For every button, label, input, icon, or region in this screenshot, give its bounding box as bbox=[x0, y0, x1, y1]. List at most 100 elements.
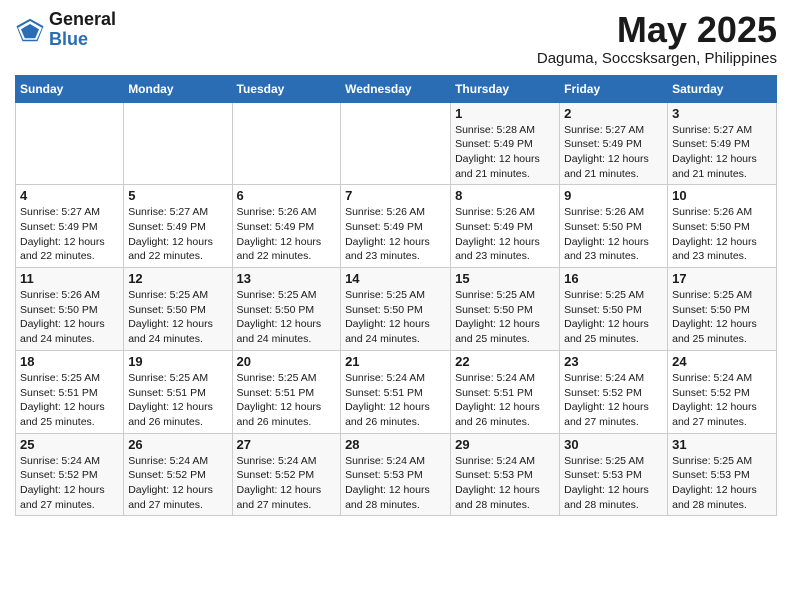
day-info: Sunrise: 5:24 AM Sunset: 5:53 PM Dayligh… bbox=[455, 454, 555, 513]
calendar-cell: 28 Sunrise: 5:24 AM Sunset: 5:53 PM Dayli… bbox=[341, 433, 451, 516]
header-row: SundayMondayTuesdayWednesdayThursdayFrid… bbox=[16, 75, 777, 102]
day-info: Sunrise: 5:24 AM Sunset: 5:52 PM Dayligh… bbox=[564, 371, 663, 430]
calendar-cell: 15 Sunrise: 5:25 AM Sunset: 5:50 PM Dayli… bbox=[451, 268, 560, 351]
day-info: Sunrise: 5:25 AM Sunset: 5:51 PM Dayligh… bbox=[237, 371, 337, 430]
day-info: Sunrise: 5:25 AM Sunset: 5:50 PM Dayligh… bbox=[672, 288, 772, 347]
day-info: Sunrise: 5:25 AM Sunset: 5:53 PM Dayligh… bbox=[564, 454, 663, 513]
day-info: Sunrise: 5:26 AM Sunset: 5:49 PM Dayligh… bbox=[237, 205, 337, 264]
day-info: Sunrise: 5:25 AM Sunset: 5:51 PM Dayligh… bbox=[20, 371, 119, 430]
day-info: Sunrise: 5:26 AM Sunset: 5:50 PM Dayligh… bbox=[564, 205, 663, 264]
week-row-1: 1 Sunrise: 5:28 AM Sunset: 5:49 PM Daylig… bbox=[16, 102, 777, 185]
day-number: 14 bbox=[345, 271, 446, 286]
calendar-cell: 14 Sunrise: 5:25 AM Sunset: 5:50 PM Dayli… bbox=[341, 268, 451, 351]
calendar-cell: 2Sunrise: 5:27 AM Sunset: 5:49 PM Daylig… bbox=[560, 102, 668, 185]
header-day-tuesday: Tuesday bbox=[232, 75, 341, 102]
day-info: Sunrise: 5:25 AM Sunset: 5:50 PM Dayligh… bbox=[564, 288, 663, 347]
day-number: 29 bbox=[455, 437, 555, 452]
calendar-cell: 9 Sunrise: 5:26 AM Sunset: 5:50 PM Daylig… bbox=[560, 185, 668, 268]
day-info: Sunrise: 5:25 AM Sunset: 5:50 PM Dayligh… bbox=[345, 288, 446, 347]
day-info: Sunrise: 5:26 AM Sunset: 5:50 PM Dayligh… bbox=[20, 288, 119, 347]
day-number: 5 bbox=[128, 188, 227, 203]
calendar-cell: 11 Sunrise: 5:26 AM Sunset: 5:50 PM Dayli… bbox=[16, 268, 124, 351]
calendar-cell: 27Sunrise: 5:24 AM Sunset: 5:52 PM Dayli… bbox=[232, 433, 341, 516]
month-year-title: May 2025 bbox=[537, 10, 777, 50]
day-info: Sunrise: 5:24 AM Sunset: 5:53 PM Dayligh… bbox=[345, 454, 446, 513]
day-number: 4 bbox=[20, 188, 119, 203]
day-number: 27 bbox=[237, 437, 337, 452]
day-number: 20 bbox=[237, 354, 337, 369]
day-info: Sunrise: 5:25 AM Sunset: 5:50 PM Dayligh… bbox=[455, 288, 555, 347]
day-number: 25 bbox=[20, 437, 119, 452]
day-info: Sunrise: 5:25 AM Sunset: 5:51 PM Dayligh… bbox=[128, 371, 227, 430]
calendar-cell: 13 Sunrise: 5:25 AM Sunset: 5:50 PM Dayli… bbox=[232, 268, 341, 351]
calendar-cell: 5 Sunrise: 5:27 AM Sunset: 5:49 PM Daylig… bbox=[124, 185, 232, 268]
calendar-header: SundayMondayTuesdayWednesdayThursdayFrid… bbox=[16, 75, 777, 102]
calendar-cell bbox=[341, 102, 451, 185]
header-day-saturday: Saturday bbox=[668, 75, 777, 102]
day-number: 9 bbox=[564, 188, 663, 203]
day-number: 1 bbox=[455, 106, 555, 121]
day-info: Sunrise: 5:26 AM Sunset: 5:49 PM Dayligh… bbox=[345, 205, 446, 264]
day-number: 2 bbox=[564, 106, 663, 121]
calendar-cell: 25 Sunrise: 5:24 AM Sunset: 5:52 PM Dayli… bbox=[16, 433, 124, 516]
day-info: Sunrise: 5:24 AM Sunset: 5:51 PM Dayligh… bbox=[345, 371, 446, 430]
calendar-cell: 19 Sunrise: 5:25 AM Sunset: 5:51 PM Dayli… bbox=[124, 350, 232, 433]
location-subtitle: Daguma, Soccsksargen, Philippines bbox=[537, 50, 777, 67]
day-number: 19 bbox=[128, 354, 227, 369]
calendar-cell: 22Sunrise: 5:24 AM Sunset: 5:51 PM Dayli… bbox=[451, 350, 560, 433]
day-info: Sunrise: 5:24 AM Sunset: 5:52 PM Dayligh… bbox=[20, 454, 119, 513]
day-number: 13 bbox=[237, 271, 337, 286]
calendar-table: SundayMondayTuesdayWednesdayThursdayFrid… bbox=[15, 75, 777, 517]
header-day-wednesday: Wednesday bbox=[341, 75, 451, 102]
calendar-cell: 23 Sunrise: 5:24 AM Sunset: 5:52 PM Dayli… bbox=[560, 350, 668, 433]
title-area: May 2025 Daguma, Soccsksargen, Philippin… bbox=[537, 10, 777, 67]
day-number: 21 bbox=[345, 354, 446, 369]
calendar-cell bbox=[124, 102, 232, 185]
day-number: 7 bbox=[345, 188, 446, 203]
header-day-monday: Monday bbox=[124, 75, 232, 102]
day-number: 15 bbox=[455, 271, 555, 286]
calendar-cell bbox=[16, 102, 124, 185]
calendar-cell: 8 Sunrise: 5:26 AM Sunset: 5:49 PM Daylig… bbox=[451, 185, 560, 268]
week-row-2: 4 Sunrise: 5:27 AM Sunset: 5:49 PM Daylig… bbox=[16, 185, 777, 268]
calendar-cell: 10 Sunrise: 5:26 AM Sunset: 5:50 PM Dayli… bbox=[668, 185, 777, 268]
day-number: 6 bbox=[237, 188, 337, 203]
day-info: Sunrise: 5:27 AM Sunset: 5:49 PM Dayligh… bbox=[128, 205, 227, 264]
day-number: 18 bbox=[20, 354, 119, 369]
calendar-cell: 4Sunrise: 5:27 AM Sunset: 5:49 PM Daylig… bbox=[16, 185, 124, 268]
calendar-cell: 29 Sunrise: 5:24 AM Sunset: 5:53 PM Dayli… bbox=[451, 433, 560, 516]
day-info: Sunrise: 5:24 AM Sunset: 5:52 PM Dayligh… bbox=[128, 454, 227, 513]
day-info: Sunrise: 5:25 AM Sunset: 5:50 PM Dayligh… bbox=[237, 288, 337, 347]
calendar-cell bbox=[232, 102, 341, 185]
day-number: 3 bbox=[672, 106, 772, 121]
calendar-cell: 1 Sunrise: 5:28 AM Sunset: 5:49 PM Daylig… bbox=[451, 102, 560, 185]
day-number: 23 bbox=[564, 354, 663, 369]
day-number: 22 bbox=[455, 354, 555, 369]
calendar-cell: 6 Sunrise: 5:26 AM Sunset: 5:49 PM Daylig… bbox=[232, 185, 341, 268]
calendar-cell: 18 Sunrise: 5:25 AM Sunset: 5:51 PM Dayli… bbox=[16, 350, 124, 433]
day-number: 24 bbox=[672, 354, 772, 369]
day-info: Sunrise: 5:28 AM Sunset: 5:49 PM Dayligh… bbox=[455, 123, 555, 182]
day-number: 30 bbox=[564, 437, 663, 452]
day-info: Sunrise: 5:26 AM Sunset: 5:49 PM Dayligh… bbox=[455, 205, 555, 264]
day-number: 11 bbox=[20, 271, 119, 286]
day-number: 8 bbox=[455, 188, 555, 203]
day-number: 17 bbox=[672, 271, 772, 286]
logo: General Blue bbox=[15, 10, 116, 50]
logo-blue-text: Blue bbox=[49, 30, 116, 50]
calendar-cell: 7 Sunrise: 5:26 AM Sunset: 5:49 PM Daylig… bbox=[341, 185, 451, 268]
day-number: 10 bbox=[672, 188, 772, 203]
day-info: Sunrise: 5:24 AM Sunset: 5:52 PM Dayligh… bbox=[672, 371, 772, 430]
calendar-cell: 12Sunrise: 5:25 AM Sunset: 5:50 PM Dayli… bbox=[124, 268, 232, 351]
day-info: Sunrise: 5:26 AM Sunset: 5:50 PM Dayligh… bbox=[672, 205, 772, 264]
calendar-cell: 26Sunrise: 5:24 AM Sunset: 5:52 PM Dayli… bbox=[124, 433, 232, 516]
day-info: Sunrise: 5:27 AM Sunset: 5:49 PM Dayligh… bbox=[672, 123, 772, 182]
calendar-cell: 30 Sunrise: 5:25 AM Sunset: 5:53 PM Dayli… bbox=[560, 433, 668, 516]
day-number: 12 bbox=[128, 271, 227, 286]
week-row-4: 18 Sunrise: 5:25 AM Sunset: 5:51 PM Dayli… bbox=[16, 350, 777, 433]
calendar-cell: 20 Sunrise: 5:25 AM Sunset: 5:51 PM Dayli… bbox=[232, 350, 341, 433]
logo-icon bbox=[15, 15, 45, 45]
calendar-cell: 31Sunrise: 5:25 AM Sunset: 5:53 PM Dayli… bbox=[668, 433, 777, 516]
day-number: 28 bbox=[345, 437, 446, 452]
calendar-cell: 24 Sunrise: 5:24 AM Sunset: 5:52 PM Dayli… bbox=[668, 350, 777, 433]
